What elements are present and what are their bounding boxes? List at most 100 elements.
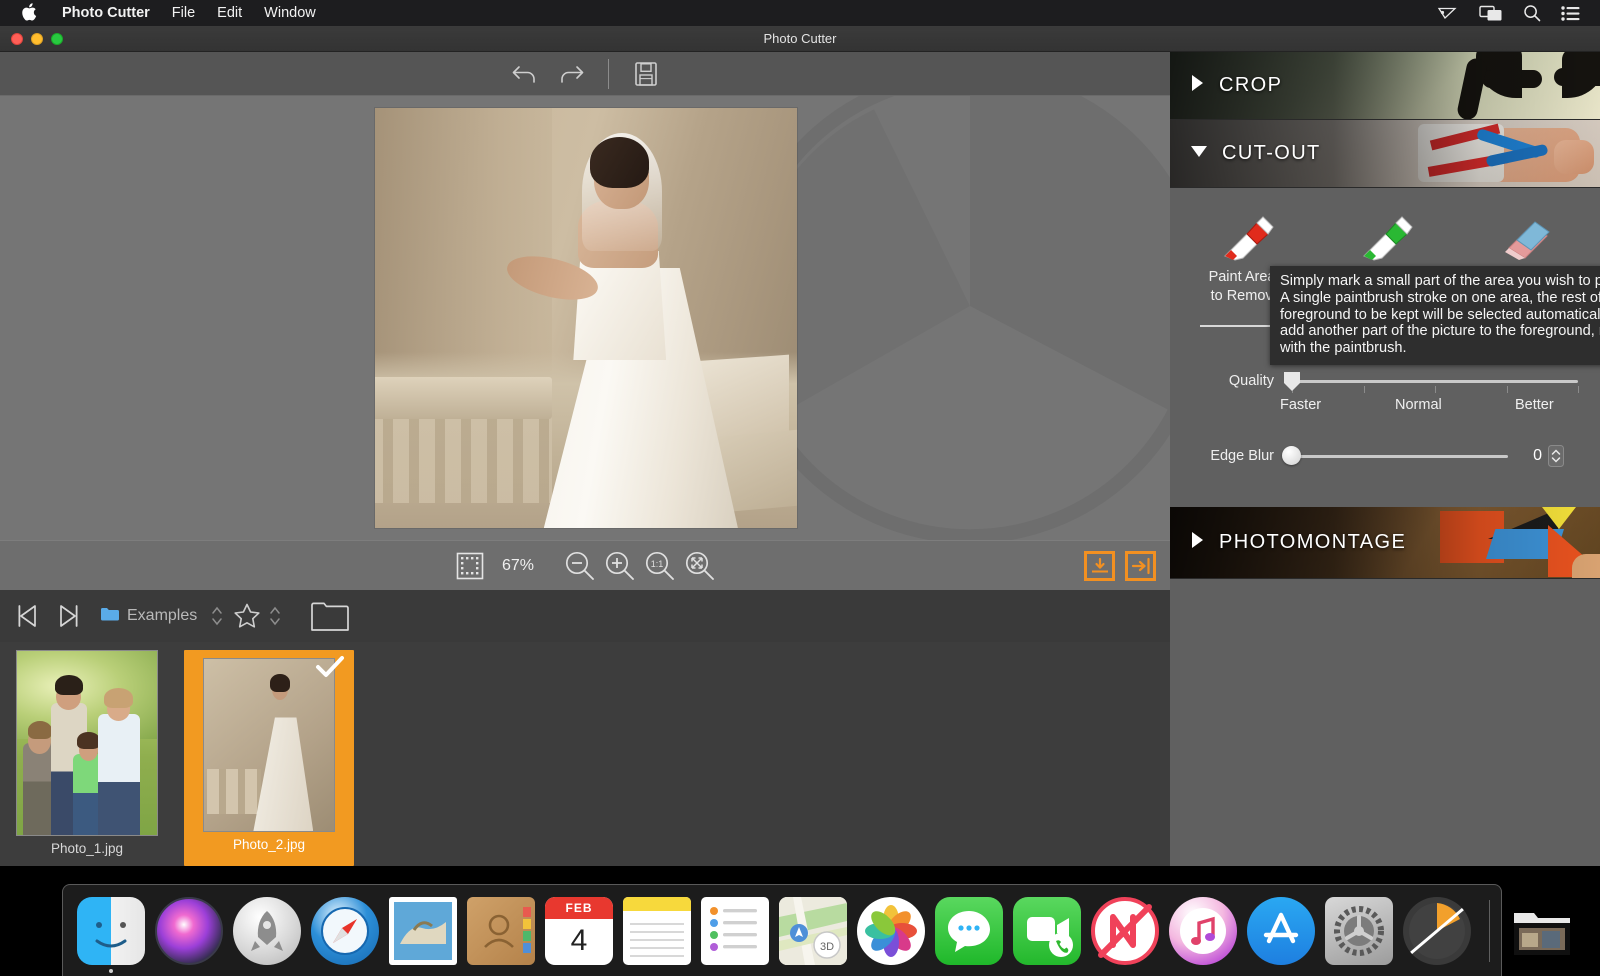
thumbnail-image-1 (16, 650, 158, 836)
panel-label-crop: CROP (1219, 74, 1283, 96)
svg-text:1:1: 1:1 (651, 559, 664, 569)
export-arrow-icon[interactable] (1125, 550, 1156, 581)
file-browser-bar: Examples (0, 590, 1170, 642)
trash-icon[interactable] (1586, 897, 1600, 965)
quality-ticks (1292, 386, 1579, 394)
main-photo[interactable] (375, 108, 797, 528)
red-marker-icon (1213, 206, 1279, 262)
thumbnail-strip: Photo_1.jpg Photo_2.jpg (0, 642, 1170, 866)
photos-icon[interactable] (857, 896, 925, 965)
facetime-icon[interactable] (1013, 896, 1081, 965)
system-preferences-icon[interactable] (1325, 896, 1393, 965)
panel-header-cutout[interactable]: CUT-OUT (1170, 120, 1600, 188)
downloads-stack-icon[interactable] (1508, 897, 1576, 965)
previous-icon[interactable] (8, 596, 48, 636)
actual-size-icon[interactable]: 1:1 (640, 546, 680, 586)
contacts-icon[interactable] (467, 896, 535, 965)
undo-icon[interactable] (502, 57, 548, 91)
safari-icon[interactable] (311, 896, 379, 965)
app-toolbar (0, 52, 1170, 96)
control-center-icon[interactable] (1561, 5, 1580, 21)
screen-mirroring-icon[interactable] (1479, 5, 1503, 22)
siri-icon[interactable] (155, 896, 223, 965)
siri-icon[interactable] (1437, 5, 1459, 21)
checkmark-icon (315, 655, 345, 684)
image-canvas[interactable] (0, 96, 1170, 540)
edge-blur-value: 0 (1533, 447, 1542, 464)
redo-icon[interactable] (548, 57, 594, 91)
mac-dock: FEB 4 3D (0, 866, 1600, 976)
disk-utility-icon[interactable] (1403, 896, 1471, 965)
edge-blur-slider[interactable] (1282, 445, 1512, 467)
chevron-down-icon[interactable] (1190, 144, 1208, 164)
svg-text:3D: 3D (820, 941, 834, 953)
thumbnail-label-1: Photo_1.jpg (50, 841, 124, 856)
eraser-icon (1491, 206, 1557, 262)
panel-header-crop[interactable]: CROP (1170, 52, 1600, 120)
edge-blur-handle[interactable] (1282, 446, 1301, 465)
fit-to-screen-icon[interactable] (680, 546, 720, 586)
tools-panel: CROP CUT-OUT Paint Areas to Remove Quali… (1170, 52, 1600, 866)
sort-arrows-icon-2[interactable] (269, 604, 281, 628)
notes-icon[interactable] (623, 896, 691, 965)
zoom-controls: 67% 1:1 (0, 546, 1170, 586)
quality-label-faster: Faster (1280, 397, 1322, 413)
launchpad-icon[interactable] (233, 896, 301, 965)
calendar-icon[interactable]: FEB 4 (545, 896, 613, 965)
edge-blur-label: Edge Blur (1210, 448, 1274, 464)
edge-blur-stepper[interactable] (1548, 445, 1564, 467)
edge-blur-row[interactable]: Edge Blur 0 (1170, 445, 1600, 467)
menu-window[interactable]: Window (253, 0, 327, 26)
quality-slider[interactable] (1282, 370, 1582, 394)
fit-selection-icon[interactable] (450, 546, 490, 586)
save-floppy-icon[interactable] (623, 57, 669, 91)
photo-balustrade (375, 410, 553, 503)
edge-blur-track (1292, 455, 1508, 458)
messages-icon[interactable] (935, 896, 1003, 965)
thumbnail-photo-1[interactable]: Photo_1.jpg (16, 650, 158, 866)
dock-container: FEB 4 3D (62, 884, 1570, 976)
zoom-out-icon[interactable] (560, 546, 600, 586)
quality-handle[interactable] (1282, 370, 1302, 392)
save-to-disk-icon[interactable] (1084, 550, 1115, 581)
chevron-right-icon[interactable] (1190, 531, 1205, 554)
open-folder-icon[interactable] (303, 596, 357, 636)
menu-app-name[interactable]: Photo Cutter (51, 0, 161, 26)
next-icon[interactable] (48, 596, 88, 636)
folder-name: Examples (127, 607, 198, 624)
zoom-in-icon[interactable] (600, 546, 640, 586)
photo-bride-hair (590, 137, 650, 188)
calendar-day: 4 (570, 923, 588, 957)
window-title-bar: Photo Cutter (0, 26, 1600, 52)
toolbar-divider (607, 58, 609, 89)
dock-divider (1489, 899, 1490, 962)
reminders-icon[interactable] (701, 896, 769, 965)
quality-scale-labels: Faster Normal Better (1170, 397, 1600, 417)
apple-logo-icon[interactable] (20, 3, 37, 23)
app-store-icon[interactable] (1247, 896, 1315, 965)
panel-label-photomontage: PHOTOMONTAGE (1219, 531, 1407, 553)
maps-icon[interactable]: 3D (779, 896, 847, 965)
search-icon[interactable] (1523, 4, 1541, 22)
itunes-icon[interactable] (1169, 896, 1237, 965)
quality-slider-row[interactable]: Quality (1170, 370, 1600, 394)
quality-label-better: Better (1515, 397, 1554, 413)
current-folder[interactable]: Examples (100, 606, 197, 627)
window-title: Photo Cutter (763, 31, 837, 46)
thumbnail-photo-2[interactable]: Photo_2.jpg (184, 650, 354, 866)
menubar-status-area (1437, 4, 1588, 22)
sort-arrows-icon[interactable] (211, 604, 223, 628)
menu-edit[interactable]: Edit (206, 0, 253, 26)
tooltip-popover: Simply mark a small part of the area you… (1270, 266, 1600, 365)
calendar-month: FEB (545, 896, 613, 919)
do-not-disturb-icon[interactable] (1091, 896, 1159, 965)
quality-label-normal: Normal (1395, 397, 1442, 413)
chevron-right-icon[interactable] (1190, 74, 1205, 97)
finder-icon[interactable] (77, 896, 145, 973)
photo-rail (375, 376, 553, 419)
menu-file[interactable]: File (161, 0, 206, 26)
panel-header-photomontage[interactable]: PHOTOMONTAGE (1170, 507, 1600, 579)
quality-label: Quality (1228, 373, 1274, 389)
mail-icon[interactable] (389, 896, 457, 965)
star-icon[interactable] (227, 596, 267, 636)
